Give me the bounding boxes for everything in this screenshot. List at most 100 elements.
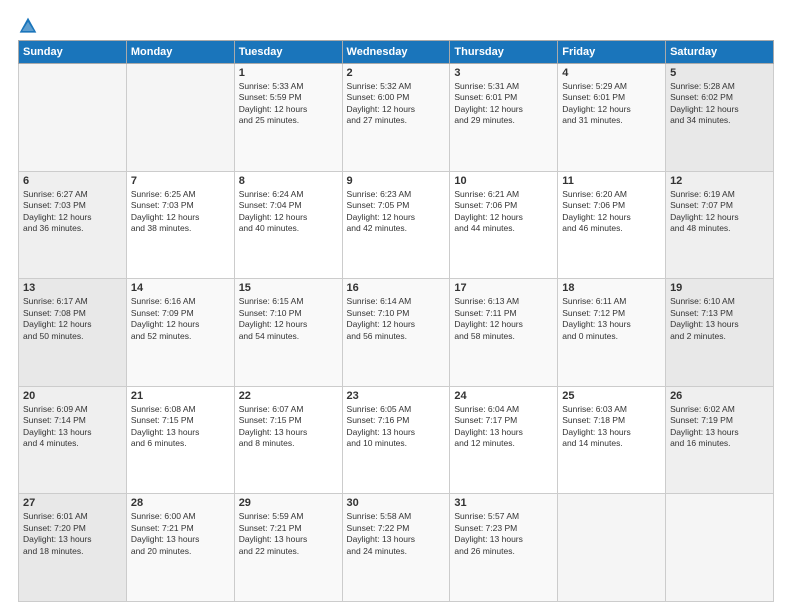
day-number: 17 (454, 282, 553, 294)
day-number: 25 (562, 390, 661, 402)
calendar-cell: 9 Sunrise: 6:23 AM Sunset: 7:05 PM Daylig… (342, 171, 450, 279)
calendar-table: SundayMondayTuesdayWednesdayThursdayFrid… (18, 40, 774, 602)
calendar-cell: 25 Sunrise: 6:03 AM Sunset: 7:18 PM Dayli… (558, 386, 666, 494)
day-number: 3 (454, 67, 553, 79)
weekday-header: Monday (126, 41, 234, 64)
calendar-cell: 26 Sunrise: 6:02 AM Sunset: 7:19 PM Dayli… (666, 386, 774, 494)
calendar-week-row: 13 Sunrise: 6:17 AM Sunset: 7:08 PM Dayli… (19, 279, 774, 387)
day-info: Sunrise: 6:20 AM Sunset: 7:06 PM Dayligh… (562, 189, 661, 235)
day-info: Sunrise: 5:32 AM Sunset: 6:00 PM Dayligh… (347, 81, 446, 127)
day-info: Sunrise: 5:31 AM Sunset: 6:01 PM Dayligh… (454, 81, 553, 127)
day-number: 10 (454, 175, 553, 187)
day-info: Sunrise: 6:14 AM Sunset: 7:10 PM Dayligh… (347, 296, 446, 342)
calendar-cell (126, 64, 234, 172)
calendar-week-row: 1 Sunrise: 5:33 AM Sunset: 5:59 PM Daylig… (19, 64, 774, 172)
day-number: 22 (239, 390, 338, 402)
day-number: 9 (347, 175, 446, 187)
calendar-cell: 28 Sunrise: 6:00 AM Sunset: 7:21 PM Dayli… (126, 494, 234, 602)
calendar-cell: 24Sunrise: 6:04 AM Sunset: 7:17 PM Dayli… (450, 386, 558, 494)
day-info: Sunrise: 6:24 AM Sunset: 7:04 PM Dayligh… (239, 189, 338, 235)
day-info: Sunrise: 5:33 AM Sunset: 5:59 PM Dayligh… (239, 81, 338, 127)
day-number: 13 (23, 282, 122, 294)
calendar-cell: 31 Sunrise: 5:57 AM Sunset: 7:23 PM Dayli… (450, 494, 558, 602)
weekday-header: Tuesday (234, 41, 342, 64)
calendar-week-row: 27 Sunrise: 6:01 AM Sunset: 7:20 PM Dayli… (19, 494, 774, 602)
day-info: Sunrise: 6:07 AM Sunset: 7:15 PM Dayligh… (239, 404, 338, 450)
day-info: Sunrise: 5:57 AM Sunset: 7:23 PM Dayligh… (454, 511, 553, 557)
calendar-cell: 4 Sunrise: 5:29 AM Sunset: 6:01 PM Daylig… (558, 64, 666, 172)
day-number: 28 (131, 497, 230, 509)
day-number: 30 (347, 497, 446, 509)
calendar-cell: 10 Sunrise: 6:21 AM Sunset: 7:06 PM Dayli… (450, 171, 558, 279)
calendar-cell: 27 Sunrise: 6:01 AM Sunset: 7:20 PM Dayli… (19, 494, 127, 602)
day-info: Sunrise: 6:19 AM Sunset: 7:07 PM Dayligh… (670, 189, 769, 235)
day-number: 4 (562, 67, 661, 79)
calendar-week-row: 6 Sunrise: 6:27 AM Sunset: 7:03 PM Daylig… (19, 171, 774, 279)
calendar-cell (666, 494, 774, 602)
day-number: 21 (131, 390, 230, 402)
calendar-cell: 18Sunrise: 6:11 AM Sunset: 7:12 PM Dayli… (558, 279, 666, 387)
day-info: Sunrise: 6:13 AM Sunset: 7:11 PM Dayligh… (454, 296, 553, 342)
day-number: 27 (23, 497, 122, 509)
day-number: 19 (670, 282, 769, 294)
day-info: Sunrise: 5:59 AM Sunset: 7:21 PM Dayligh… (239, 511, 338, 557)
day-info: Sunrise: 6:21 AM Sunset: 7:06 PM Dayligh… (454, 189, 553, 235)
day-number: 8 (239, 175, 338, 187)
calendar-cell (558, 494, 666, 602)
weekday-header: Saturday (666, 41, 774, 64)
day-info: Sunrise: 6:09 AM Sunset: 7:14 PM Dayligh… (23, 404, 122, 450)
calendar-cell: 5Sunrise: 5:28 AM Sunset: 6:02 PM Daylig… (666, 64, 774, 172)
calendar-cell: 16 Sunrise: 6:14 AM Sunset: 7:10 PM Dayli… (342, 279, 450, 387)
calendar-cell: 2 Sunrise: 5:32 AM Sunset: 6:00 PM Daylig… (342, 64, 450, 172)
day-number: 29 (239, 497, 338, 509)
day-info: Sunrise: 6:08 AM Sunset: 7:15 PM Dayligh… (131, 404, 230, 450)
day-number: 31 (454, 497, 553, 509)
day-number: 14 (131, 282, 230, 294)
calendar-cell: 29 Sunrise: 5:59 AM Sunset: 7:21 PM Dayli… (234, 494, 342, 602)
calendar-cell: 20Sunrise: 6:09 AM Sunset: 7:14 PM Dayli… (19, 386, 127, 494)
logo-icon (18, 16, 38, 36)
day-info: Sunrise: 6:03 AM Sunset: 7:18 PM Dayligh… (562, 404, 661, 450)
page: SundayMondayTuesdayWednesdayThursdayFrid… (0, 0, 792, 612)
day-info: Sunrise: 6:25 AM Sunset: 7:03 PM Dayligh… (131, 189, 230, 235)
day-number: 6 (23, 175, 122, 187)
calendar-cell: 21 Sunrise: 6:08 AM Sunset: 7:15 PM Dayli… (126, 386, 234, 494)
header-row (18, 16, 774, 36)
day-number: 5 (670, 67, 769, 79)
day-info: Sunrise: 6:17 AM Sunset: 7:08 PM Dayligh… (23, 296, 122, 342)
day-info: Sunrise: 5:29 AM Sunset: 6:01 PM Dayligh… (562, 81, 661, 127)
calendar-cell: 15 Sunrise: 6:15 AM Sunset: 7:10 PM Dayli… (234, 279, 342, 387)
day-number: 24 (454, 390, 553, 402)
day-number: 18 (562, 282, 661, 294)
calendar-cell: 23Sunrise: 6:05 AM Sunset: 7:16 PM Dayli… (342, 386, 450, 494)
day-info: Sunrise: 6:23 AM Sunset: 7:05 PM Dayligh… (347, 189, 446, 235)
day-number: 7 (131, 175, 230, 187)
calendar-cell: 30 Sunrise: 5:58 AM Sunset: 7:22 PM Dayli… (342, 494, 450, 602)
day-number: 12 (670, 175, 769, 187)
day-info: Sunrise: 6:15 AM Sunset: 7:10 PM Dayligh… (239, 296, 338, 342)
day-info: Sunrise: 6:16 AM Sunset: 7:09 PM Dayligh… (131, 296, 230, 342)
calendar-cell: 13 Sunrise: 6:17 AM Sunset: 7:08 PM Dayli… (19, 279, 127, 387)
day-number: 16 (347, 282, 446, 294)
calendar-cell (19, 64, 127, 172)
calendar-cell: 14 Sunrise: 6:16 AM Sunset: 7:09 PM Dayli… (126, 279, 234, 387)
calendar-cell: 8 Sunrise: 6:24 AM Sunset: 7:04 PM Daylig… (234, 171, 342, 279)
weekday-header: Friday (558, 41, 666, 64)
logo (18, 16, 40, 36)
day-info: Sunrise: 6:10 AM Sunset: 7:13 PM Dayligh… (670, 296, 769, 342)
day-number: 1 (239, 67, 338, 79)
calendar-cell: 19 Sunrise: 6:10 AM Sunset: 7:13 PM Dayli… (666, 279, 774, 387)
day-info: Sunrise: 6:27 AM Sunset: 7:03 PM Dayligh… (23, 189, 122, 235)
day-number: 26 (670, 390, 769, 402)
day-info: Sunrise: 6:02 AM Sunset: 7:19 PM Dayligh… (670, 404, 769, 450)
weekday-header: Sunday (19, 41, 127, 64)
calendar-cell: 17 Sunrise: 6:13 AM Sunset: 7:11 PM Dayli… (450, 279, 558, 387)
day-info: Sunrise: 6:00 AM Sunset: 7:21 PM Dayligh… (131, 511, 230, 557)
calendar-cell: 22 Sunrise: 6:07 AM Sunset: 7:15 PM Dayli… (234, 386, 342, 494)
day-number: 15 (239, 282, 338, 294)
day-info: Sunrise: 6:05 AM Sunset: 7:16 PM Dayligh… (347, 404, 446, 450)
day-info: Sunrise: 5:58 AM Sunset: 7:22 PM Dayligh… (347, 511, 446, 557)
calendar-cell: 1 Sunrise: 5:33 AM Sunset: 5:59 PM Daylig… (234, 64, 342, 172)
day-number: 2 (347, 67, 446, 79)
day-info: Sunrise: 6:01 AM Sunset: 7:20 PM Dayligh… (23, 511, 122, 557)
